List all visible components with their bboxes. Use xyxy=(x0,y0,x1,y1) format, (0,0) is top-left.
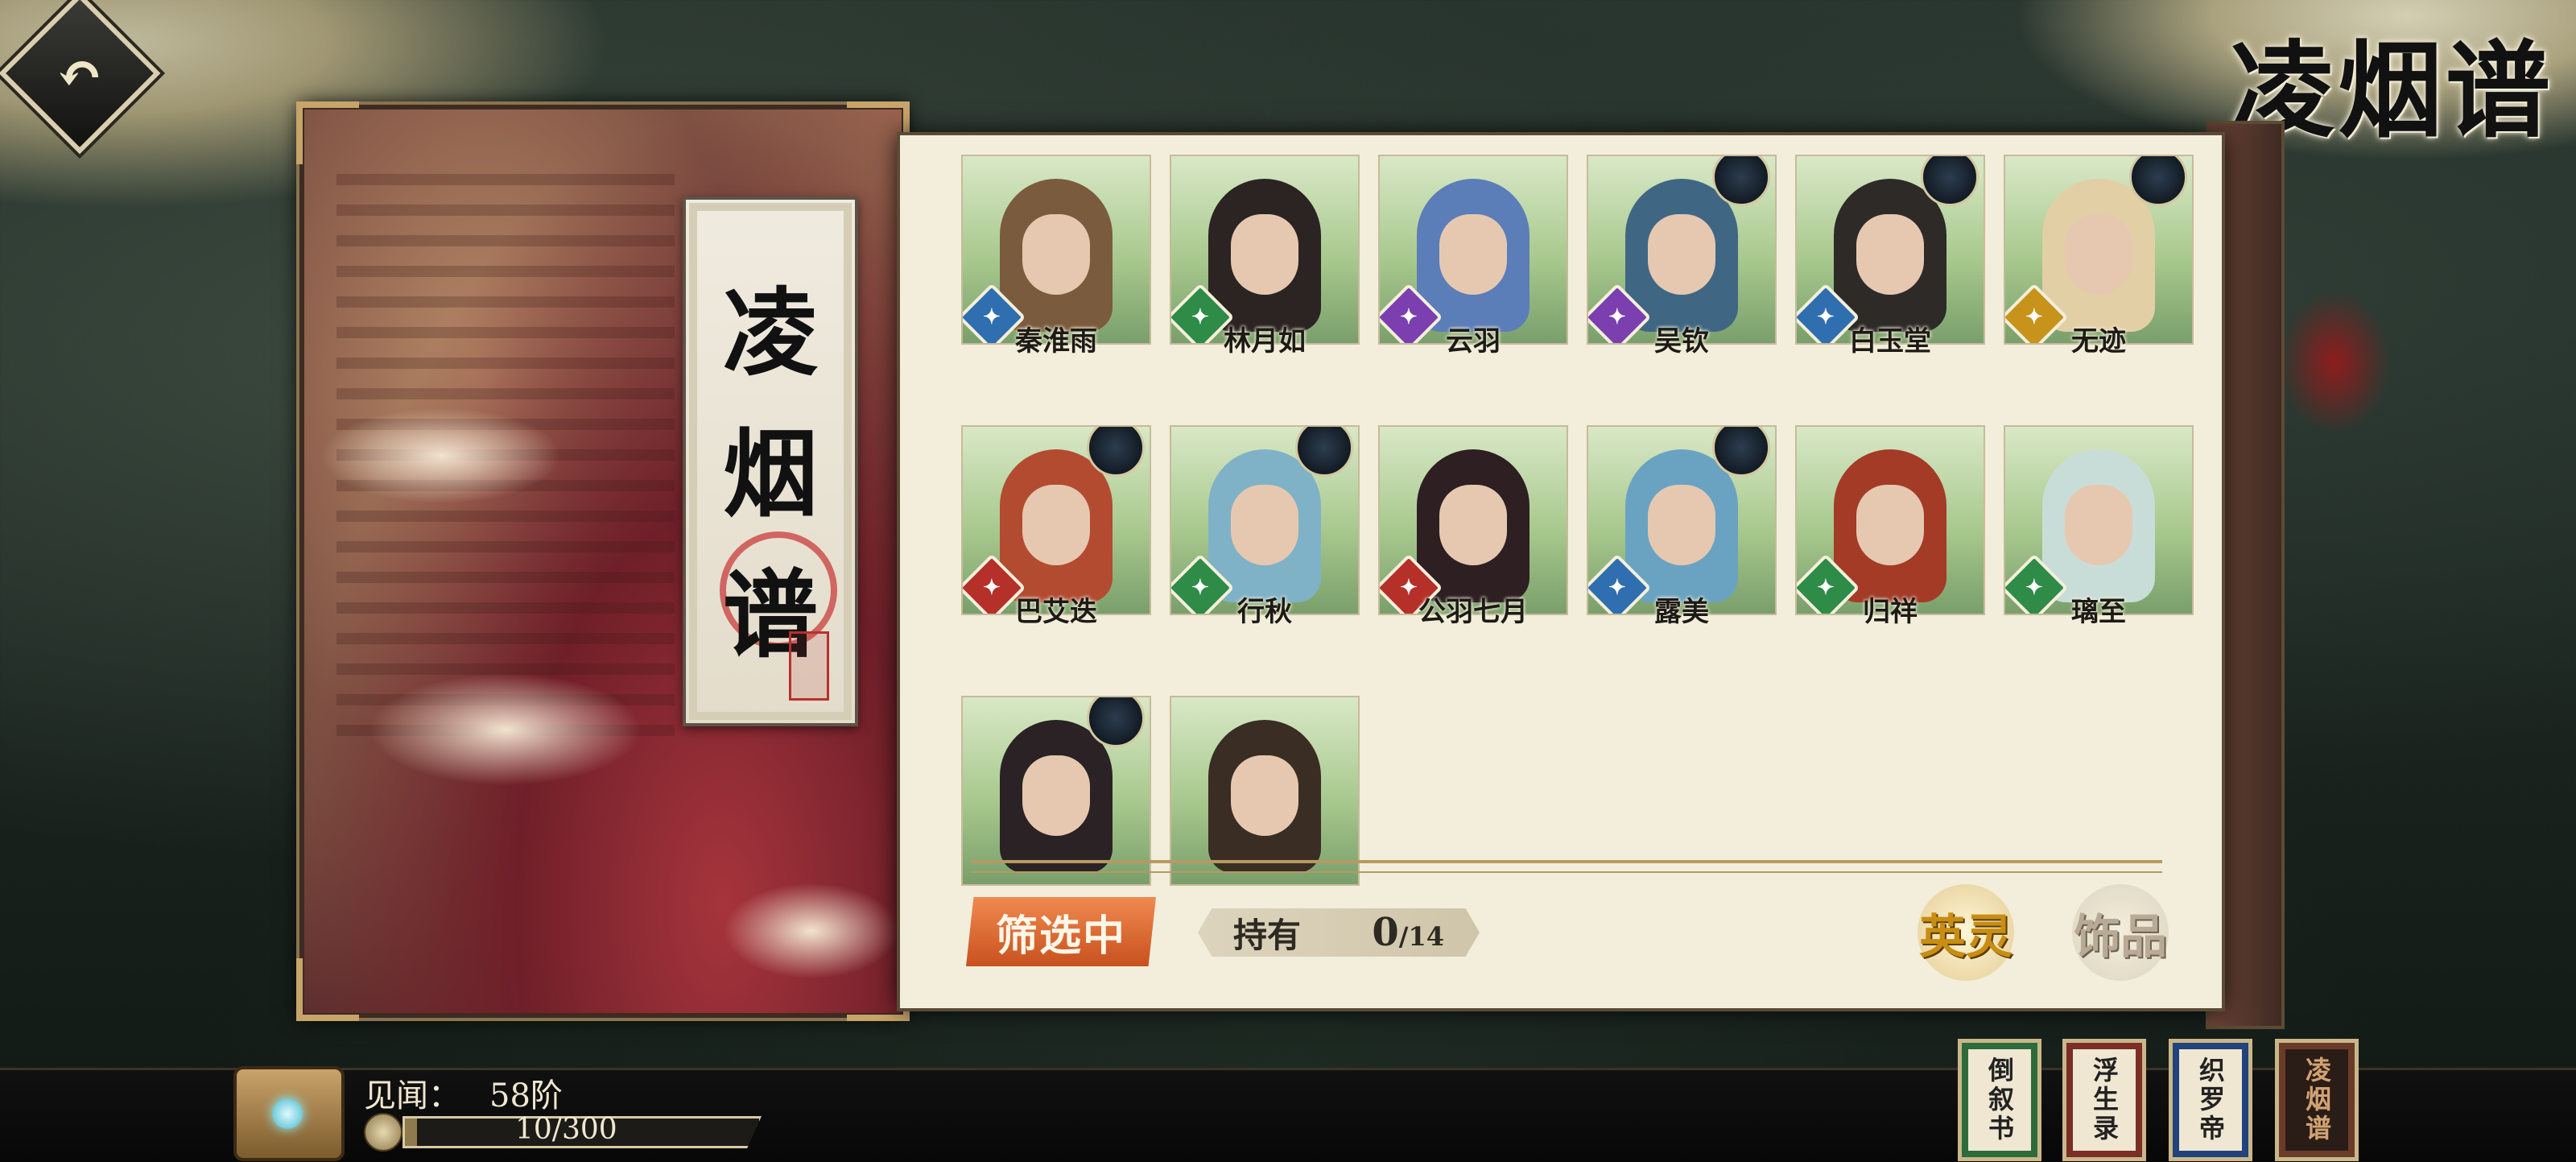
knowledge-level: 见闻： 58阶 xyxy=(364,1069,563,1116)
tab-fushenglu[interactable]: 浮生录 xyxy=(2062,1039,2146,1161)
hero-face xyxy=(1231,485,1298,565)
level-value: 58阶 xyxy=(489,1077,563,1114)
hero-card[interactable]: ✦ xyxy=(1588,156,1775,343)
treasure-chest-icon[interactable] xyxy=(233,1066,345,1161)
filter-button[interactable]: 筛选中 xyxy=(966,897,1156,966)
hero-face xyxy=(1022,214,1090,295)
cover-corner xyxy=(296,101,359,164)
cover-title-slip: 凌 烟 谱 xyxy=(683,196,858,726)
hero-card[interactable]: ✦ xyxy=(1380,156,1567,343)
book-cover: 凌 烟 谱 xyxy=(296,101,910,1021)
chest-gem xyxy=(272,1098,303,1129)
cover-title-char: 凌 xyxy=(722,277,818,389)
hero-spirit-tab-button[interactable]: 英灵 xyxy=(1918,884,2014,981)
hero-card[interactable] xyxy=(1171,697,1358,884)
hero-face xyxy=(2065,214,2132,295)
hero-card[interactable]: ✦ xyxy=(963,156,1150,343)
cover-corner xyxy=(296,958,359,1021)
hero-name: 行秋 xyxy=(1237,596,1292,628)
hero-face xyxy=(1022,755,1090,836)
divider xyxy=(971,860,2162,873)
hero-face xyxy=(1439,485,1507,565)
exp-progress-fill xyxy=(405,1119,417,1146)
accessory-tab-button[interactable]: 饰品 xyxy=(2072,884,2169,981)
cloud-decoration xyxy=(369,673,642,786)
owned-count: 0/14 xyxy=(1372,910,1444,955)
hero-face xyxy=(1856,214,1924,295)
hero-name: 林月如 xyxy=(1224,325,1306,358)
hero-card[interactable]: ✦ xyxy=(1797,427,1984,614)
owned-total: /14 xyxy=(1398,921,1444,952)
hero-name: 公羽七月 xyxy=(1418,596,1528,628)
background-decoration xyxy=(2278,290,2391,435)
hero-card[interactable]: ✦ xyxy=(1171,156,1358,343)
hero-face xyxy=(1439,214,1507,295)
hero-face xyxy=(1231,755,1298,836)
cloud-decoration xyxy=(320,407,562,504)
hero-name: 无迹 xyxy=(2071,325,2126,358)
hero-name: 云羽 xyxy=(1446,325,1501,358)
hero-card[interactable] xyxy=(963,697,1150,884)
cloud-decoration xyxy=(723,883,900,979)
hero-name: 秦淮雨 xyxy=(1015,325,1097,358)
hero-face xyxy=(1231,214,1298,295)
hero-card[interactable]: ✦ xyxy=(1797,156,1984,343)
hero-face xyxy=(1022,485,1090,565)
hero-name: 巴艾迭 xyxy=(1015,596,1097,628)
hero-name: 吴钦 xyxy=(1654,325,1709,358)
cover-title-char: 谱 xyxy=(722,559,818,671)
hero-card[interactable]: ✦ xyxy=(2005,156,2192,343)
hero-card[interactable]: ✦ xyxy=(1380,427,1567,614)
owned-label: 持有 xyxy=(1233,915,1302,955)
hero-card[interactable]: ✦ xyxy=(2005,427,2192,614)
tab-daoxushu[interactable]: 倒叙书 xyxy=(1958,1039,2041,1161)
quill-icon xyxy=(364,1113,402,1152)
hero-roster-panel: ✦ 秦淮雨 ✦ 林月如 ✦ 云羽 ✦ 吴钦 ✦ 白玉堂 ✦ 无迹 ✦ 巴艾迭 ✦ 行秋 ✦ 公羽七月 ✦ 露美 ✦ 归祥 ✦… xyxy=(900,135,2222,1008)
hero-face xyxy=(2065,485,2132,565)
hero-name: 白玉堂 xyxy=(1849,325,1931,358)
hero-face xyxy=(1648,485,1715,565)
tab-zhiluodi[interactable]: 织罗帝 xyxy=(2169,1039,2252,1161)
hero-face xyxy=(1648,214,1715,295)
hero-card[interactable]: ✦ xyxy=(1171,427,1358,614)
hero-card[interactable]: ✦ xyxy=(1588,427,1775,614)
hero-name: 归祥 xyxy=(1863,596,1918,628)
level-label: 见闻： xyxy=(364,1077,460,1114)
back-arrow-icon: ↶ xyxy=(56,39,104,107)
cover-title-char: 烟 xyxy=(722,418,818,530)
owned-counter: 持有 0/14 xyxy=(1198,908,1480,957)
tab-lingyanpu[interactable]: 凌烟谱 xyxy=(2275,1039,2359,1161)
hero-name: 璃至 xyxy=(2071,596,2126,628)
hero-name: 露美 xyxy=(1654,596,1709,628)
red-seal-stamp xyxy=(789,631,829,701)
hero-card[interactable]: ✦ xyxy=(963,427,1150,614)
hero-face xyxy=(1856,485,1924,565)
exp-text: 10/300 xyxy=(515,1113,617,1146)
